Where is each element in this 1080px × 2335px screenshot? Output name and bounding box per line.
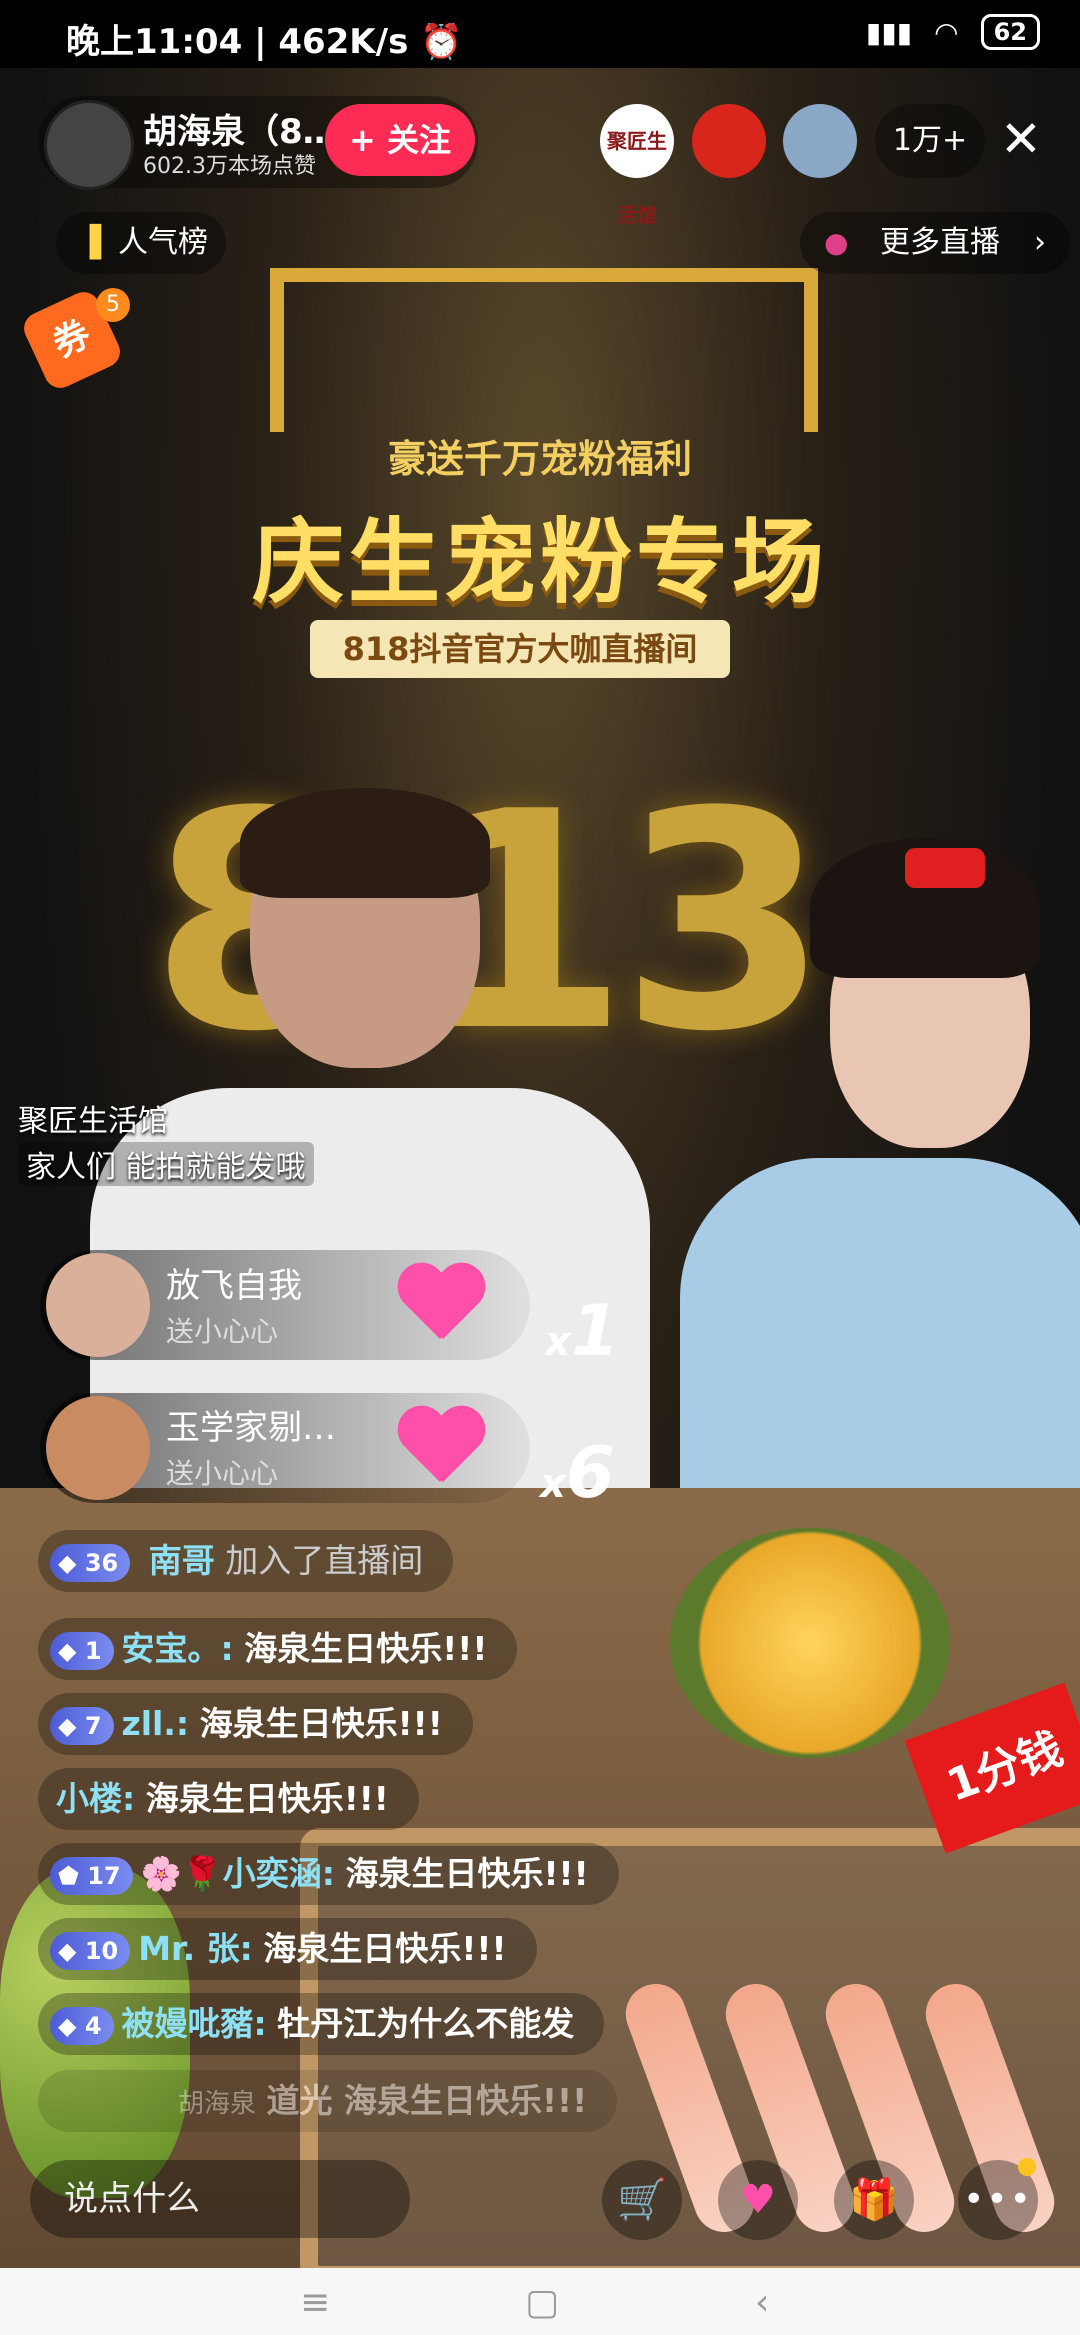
join-notice: ◆ 36 南哥 加入了直播间 — [38, 1530, 454, 1592]
viewer-avatar[interactable] — [692, 104, 766, 178]
banner-tag: 818抖音官方大咖直播间 — [310, 620, 730, 678]
gift-user-name: 放飞自我 — [166, 1266, 302, 1306]
comment-item[interactable]: 胡海泉 道光 海泉生日快乐!!! — [38, 2070, 618, 2132]
comment-item[interactable]: ⬟ 17 🌸🌹小奕涵: 海泉生日快乐!!! — [38, 1843, 619, 1905]
heart-gift-icon — [395, 1408, 485, 1488]
battery-icon: 62 — [980, 14, 1040, 50]
comment-item[interactable]: ◆ 4 被嫚吡豬: 牡丹江为什么不能发 — [38, 1993, 605, 2055]
status-icons: ▮▮▮ ◠ 62 — [866, 14, 1040, 50]
more-live-label: 更多直播 — [880, 225, 1000, 260]
gift-combo: x1 — [545, 1290, 620, 1372]
chevron-right-icon: › — [1034, 225, 1046, 260]
live-dot-icon: ● — [824, 226, 849, 259]
back-icon[interactable]: ‹ — [755, 2282, 769, 2323]
more-live-button[interactable]: ● 更多直播 › — [800, 212, 1070, 274]
level-badge: ◆ 7 — [50, 1706, 114, 1745]
banner-title: 庆生宠粉专场 — [251, 509, 828, 616]
shop-message: 家人们 能拍就能发哦 — [18, 1142, 314, 1186]
level-badge: ◆ 36 — [50, 1543, 131, 1582]
anchor-name: 胡海泉（8… — [143, 112, 337, 152]
rank-label: 人气榜 — [118, 225, 208, 260]
banner-frame — [270, 268, 818, 432]
anchor-avatar[interactable] — [44, 100, 134, 190]
viewer-avatar[interactable]: 聚匠生活馆 — [600, 104, 674, 227]
popularity-rank-button[interactable]: ▐ 人气榜 — [56, 212, 226, 274]
comment-item[interactable]: ◆ 7 zll.: 海泉生日快乐!!! — [38, 1693, 473, 1755]
follow-button[interactable]: + 关注 — [325, 104, 475, 176]
level-badge: ◆ 1 — [50, 1631, 114, 1670]
gift-user-avatar[interactable] — [46, 1253, 150, 1357]
gift-icon[interactable]: 🎁 — [834, 2160, 914, 2240]
comment-item[interactable]: 小楼: 海泉生日快乐!!! — [38, 1768, 419, 1830]
gift-action: 送小心心 — [166, 1457, 279, 1490]
heart-gift-icon — [395, 1265, 485, 1345]
notification-dot — [1018, 2158, 1036, 2176]
balloon-digit: 3 — [620, 748, 829, 1097]
wifi-icon: ◠ — [934, 15, 959, 49]
gift-user-name: 玉学家剔… — [166, 1408, 336, 1448]
anchor-likes: 602.3万本场点赞 — [143, 154, 316, 179]
level-badge: ◆ 4 — [50, 2006, 114, 2045]
carved-melon — [670, 1528, 950, 1758]
gift-user-avatar[interactable] — [46, 1396, 150, 1500]
coupon-badge: 5 — [96, 288, 130, 322]
comment-item[interactable]: ◆ 1 安宝。: 海泉生日快乐!!! — [38, 1618, 518, 1680]
heart-like-icon[interactable]: ♥ — [718, 2160, 798, 2240]
status-time: 晚上11:04 | 462K/s ⏰ — [66, 22, 463, 62]
home-icon[interactable]: ▢ — [525, 2282, 559, 2323]
comment-input[interactable]: 说点什么 — [30, 2160, 410, 2238]
shop-name: 聚匠生活馆 — [18, 1104, 168, 1139]
hair-bow — [905, 848, 985, 888]
viewer-count[interactable]: 1万+ — [875, 104, 985, 178]
bar-chart-icon: ▐ — [78, 225, 102, 260]
menu-icon[interactable]: ≡ — [300, 2282, 330, 2323]
signal-icon: ▮▮▮ — [865, 15, 913, 49]
gift-action: 送小心心 — [166, 1315, 279, 1348]
shopping-cart-icon[interactable]: 🛒 — [602, 2160, 682, 2240]
status-bar: 晚上11:04 | 462K/s ⏰ ▮▮▮ ◠ 62 — [0, 0, 1080, 68]
gift-combo: x6 — [540, 1432, 615, 1514]
host-male-hair — [240, 788, 490, 898]
level-badge: ◆ 10 — [50, 1931, 131, 1970]
viewer-avatar[interactable] — [783, 104, 857, 178]
comment-item[interactable]: ◆ 10 Mr. 张: 海泉生日快乐!!! — [38, 1918, 537, 1980]
close-icon[interactable]: ✕ — [1000, 110, 1042, 168]
system-nav-bar: ≡ ▢ ‹ — [0, 2268, 1080, 2335]
level-badge: ⬟ 17 — [50, 1856, 133, 1895]
banner-subtitle: 豪送千万宠粉福利 — [387, 437, 692, 481]
